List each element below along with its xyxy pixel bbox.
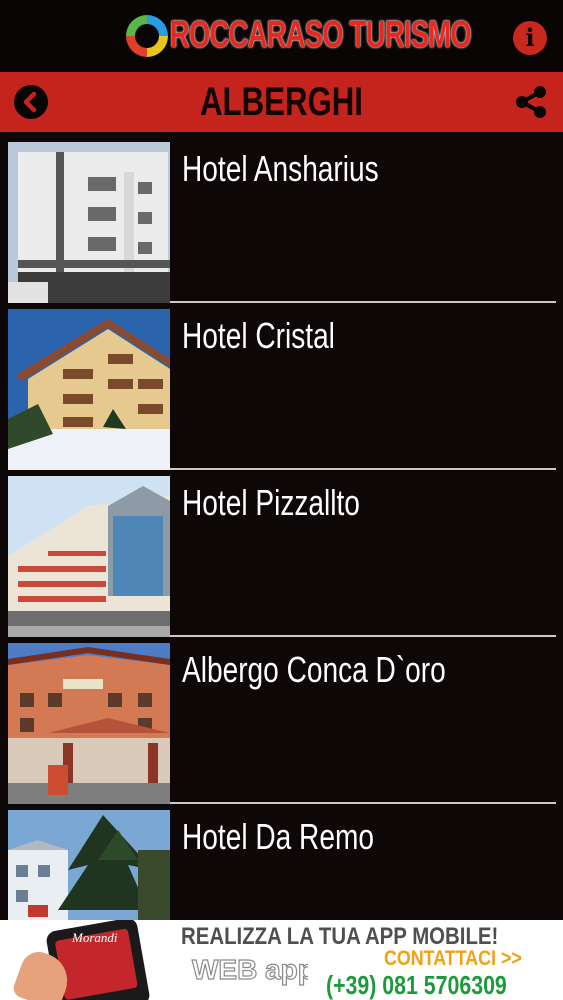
hotel-thumbnail [8, 142, 170, 303]
hotel-thumbnail [8, 643, 170, 804]
share-icon[interactable] [513, 84, 549, 120]
list-item[interactable]: Hotel Ansharius [8, 138, 556, 303]
hotel-name: Albergo Conca D`oro [182, 649, 446, 690]
hotel-thumbnail [8, 810, 170, 924]
nav-bar: ALBERGHI [0, 72, 563, 132]
info-icon[interactable]: i [513, 21, 547, 55]
hotel-thumbnail [8, 476, 170, 637]
hotel-thumbnail [8, 309, 170, 470]
hotel-name: Hotel Cristal [182, 315, 335, 356]
list-item[interactable]: Albergo Conca D`oro [8, 639, 556, 804]
list-item[interactable]: Hotel Cristal [8, 305, 556, 470]
globe-logo-icon [126, 15, 168, 57]
hotel-name: Hotel Ansharius [182, 148, 379, 189]
phone-screen-text: Morandi [72, 930, 118, 945]
list-item[interactable]: Hotel Pizzallto [8, 472, 556, 637]
contact-link[interactable]: CONTATTACI >> [384, 947, 522, 971]
contact-phone[interactable]: (+39) 081 5706309 [326, 970, 507, 1000]
page-title: ALBERGHI [200, 80, 363, 124]
top-bar: ROCCARASO TURISMO i [0, 0, 563, 72]
back-arrow-icon[interactable] [14, 85, 48, 119]
app-title: ROCCARASO TURISMO [170, 14, 472, 56]
brand-text: WEB app! [192, 954, 308, 985]
hotel-name: Hotel Pizzallto [182, 482, 360, 523]
web-app-logo-icon: WEB app! [191, 953, 308, 985]
hotel-name: Hotel Da Remo [182, 816, 374, 857]
